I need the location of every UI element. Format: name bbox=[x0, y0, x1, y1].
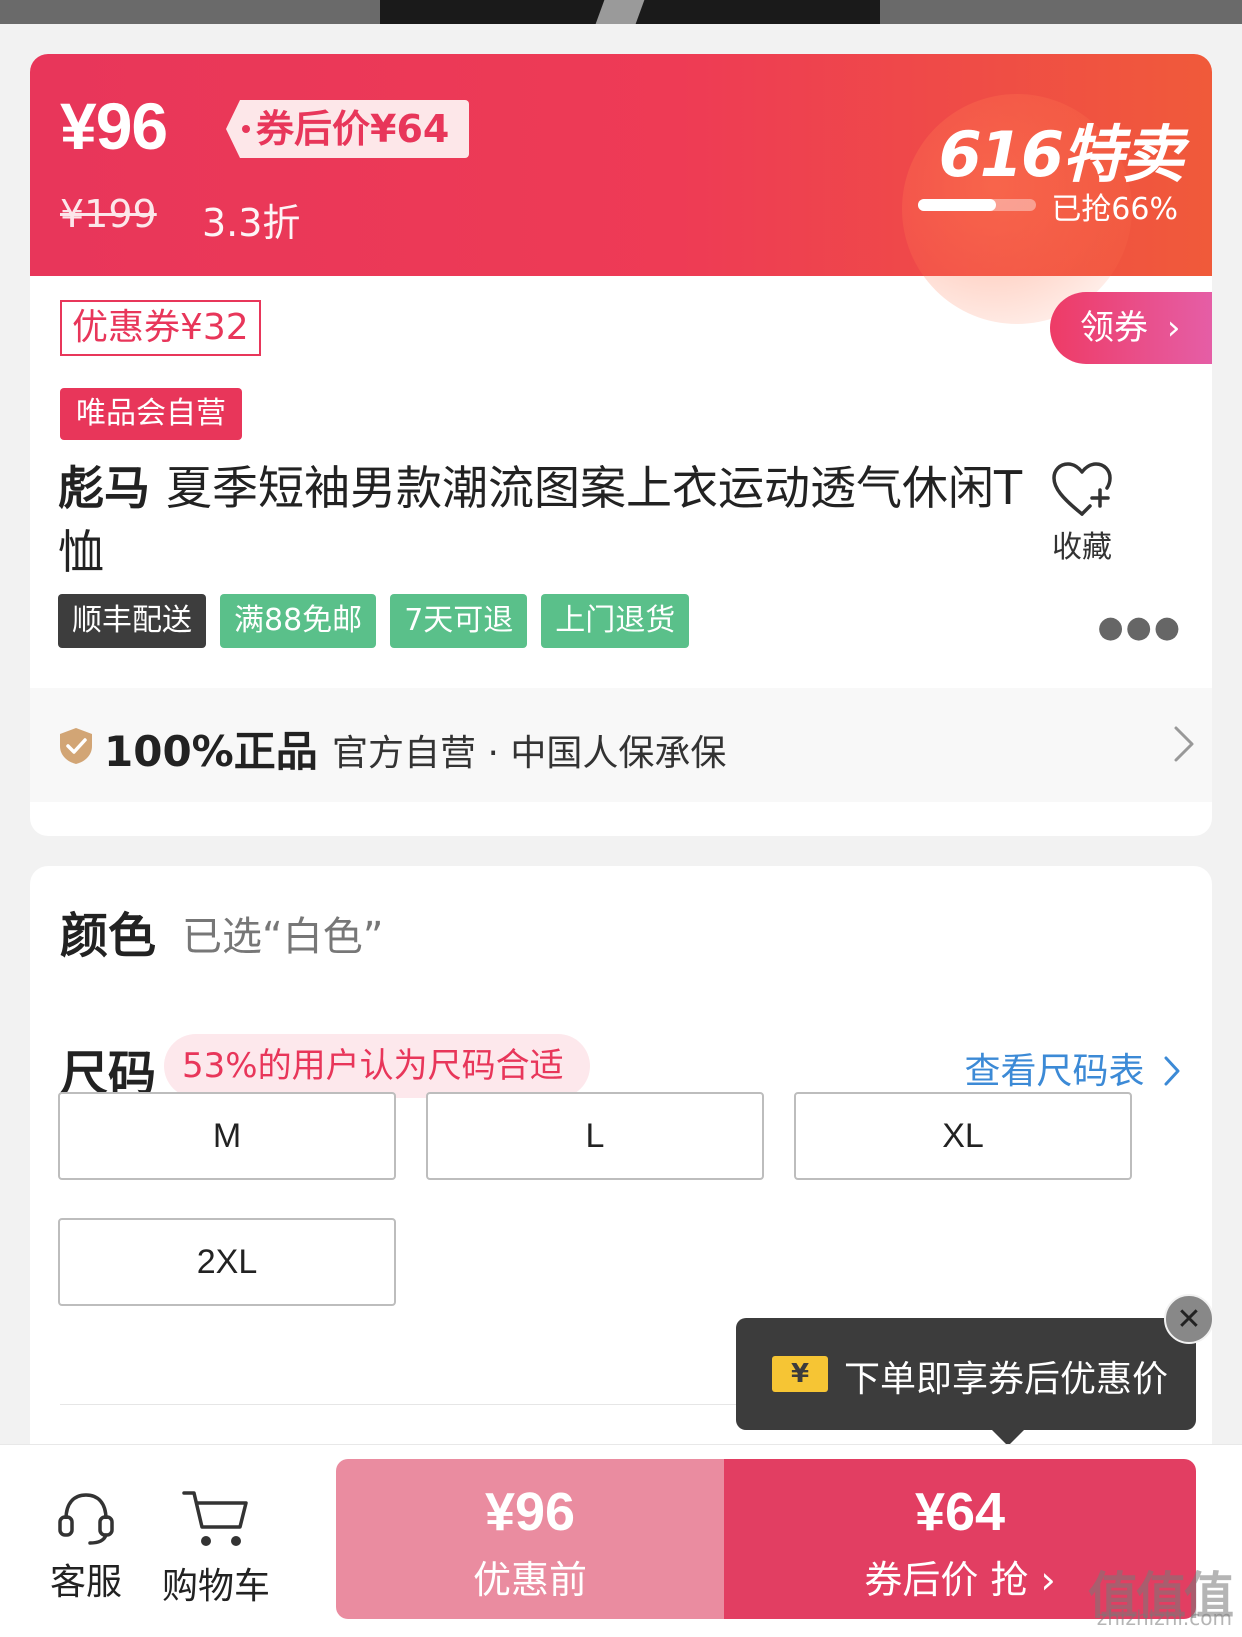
service-tag: 满88免邮 bbox=[220, 594, 377, 648]
service-tag: 7天可退 bbox=[390, 594, 528, 648]
vip-self-operated-tag: 唯品会自营 bbox=[60, 388, 242, 440]
bottom-action-bar: 客服 购物车 ¥96 优惠前 ¥64 券后价 抢 › bbox=[0, 1444, 1242, 1637]
headset-icon bbox=[54, 1493, 118, 1549]
before-price: ¥96 bbox=[484, 1482, 576, 1542]
price-banner: ¥96 券后价¥64 ¥199 3.3折 616特卖 已抢66% bbox=[30, 54, 1212, 324]
favorite-label: 收藏 bbox=[1052, 530, 1112, 565]
size-option-m[interactable]: M bbox=[58, 1092, 396, 1180]
coupon-label: 优惠券¥32 bbox=[60, 300, 261, 356]
buy-original-price-button[interactable]: ¥96 优惠前 bbox=[336, 1459, 724, 1619]
tooltip-text: 下单即享券后优惠价 bbox=[844, 1359, 1169, 1400]
after-price: ¥64 bbox=[914, 1482, 1006, 1542]
chevron-right-icon bbox=[1172, 724, 1196, 768]
original-price: ¥199 bbox=[60, 192, 157, 236]
favorite-button[interactable]: 收藏 bbox=[1032, 460, 1132, 566]
cart-button[interactable]: 购物车 bbox=[156, 1489, 276, 1609]
price-card: ¥96 券后价¥64 ¥199 3.3折 616特卖 已抢66% 优惠券¥32 … bbox=[30, 54, 1212, 836]
shopping-cart-icon bbox=[180, 1491, 252, 1553]
get-coupon-button[interactable]: 领券 › bbox=[1050, 292, 1212, 364]
customer-service-button[interactable]: 客服 bbox=[36, 1489, 136, 1605]
size-chart-label: 查看尺码表 bbox=[964, 1051, 1145, 1092]
event-title: 616特卖 bbox=[938, 118, 1184, 191]
product-title: 彪马 夏季短袖男款潮流图案上衣运动透气休闲T恤 bbox=[58, 456, 1038, 584]
service-tags: 顺丰配送 满88免邮 7天可退 上门退货 bbox=[58, 594, 690, 648]
product-brand: 彪马 bbox=[58, 461, 150, 515]
customer-service-label: 客服 bbox=[49, 1562, 122, 1603]
current-price: ¥96 bbox=[60, 89, 168, 163]
coupon-price-tooltip: ¥ 下单即享券后优惠价 bbox=[736, 1318, 1196, 1446]
service-tag: 上门退货 bbox=[541, 594, 690, 648]
authenticity-guarantee-row[interactable]: 100%正品 官方自营 · 中国人保承保 bbox=[30, 688, 1212, 802]
product-name: 夏季短袖男款潮流图案上衣运动透气休闲T恤 bbox=[58, 461, 1023, 579]
product-image-bottom-edge bbox=[0, 0, 1242, 24]
before-label: 优惠前 bbox=[472, 1558, 587, 1602]
cart-label: 购物车 bbox=[161, 1566, 270, 1607]
sold-percent-text: 已抢66% bbox=[1051, 192, 1178, 227]
guarantee-text: 官方自营 · 中国人保承保 bbox=[332, 733, 727, 774]
more-icon[interactable]: ●●● bbox=[1097, 610, 1182, 645]
sold-progress-bar bbox=[918, 199, 1036, 211]
yen-coupon-icon: ¥ bbox=[772, 1356, 828, 1392]
shield-icon bbox=[58, 726, 94, 770]
chevron-right-icon bbox=[1156, 1051, 1182, 1092]
coupon-price-tag: 券后价¥64 bbox=[226, 100, 470, 158]
size-option-2xl[interactable]: 2XL bbox=[58, 1218, 396, 1306]
chevron-right-icon: › bbox=[1166, 308, 1181, 348]
get-coupon-label: 领券 bbox=[1080, 308, 1148, 348]
close-icon[interactable]: ✕ bbox=[1164, 1294, 1214, 1344]
discount-rate: 3.3折 bbox=[202, 201, 301, 245]
heart-plus-icon bbox=[1032, 460, 1132, 520]
size-option-xl[interactable]: XL bbox=[794, 1092, 1132, 1180]
sold-progress-fill bbox=[918, 199, 996, 211]
authenticity-label: 100%正品 bbox=[104, 727, 318, 776]
selected-color: 已选“白色” bbox=[182, 914, 384, 960]
size-chart-link[interactable]: 查看尺码表 bbox=[965, 1042, 1182, 1094]
size-fit-hint: 53%的用户认为尺码合适 bbox=[164, 1034, 590, 1098]
color-label: 颜色 bbox=[60, 908, 157, 964]
service-tag: 顺丰配送 bbox=[58, 594, 206, 648]
size-option-l[interactable]: L bbox=[426, 1092, 764, 1180]
watermark-url: zhizhizhi.com bbox=[1096, 1606, 1232, 1630]
